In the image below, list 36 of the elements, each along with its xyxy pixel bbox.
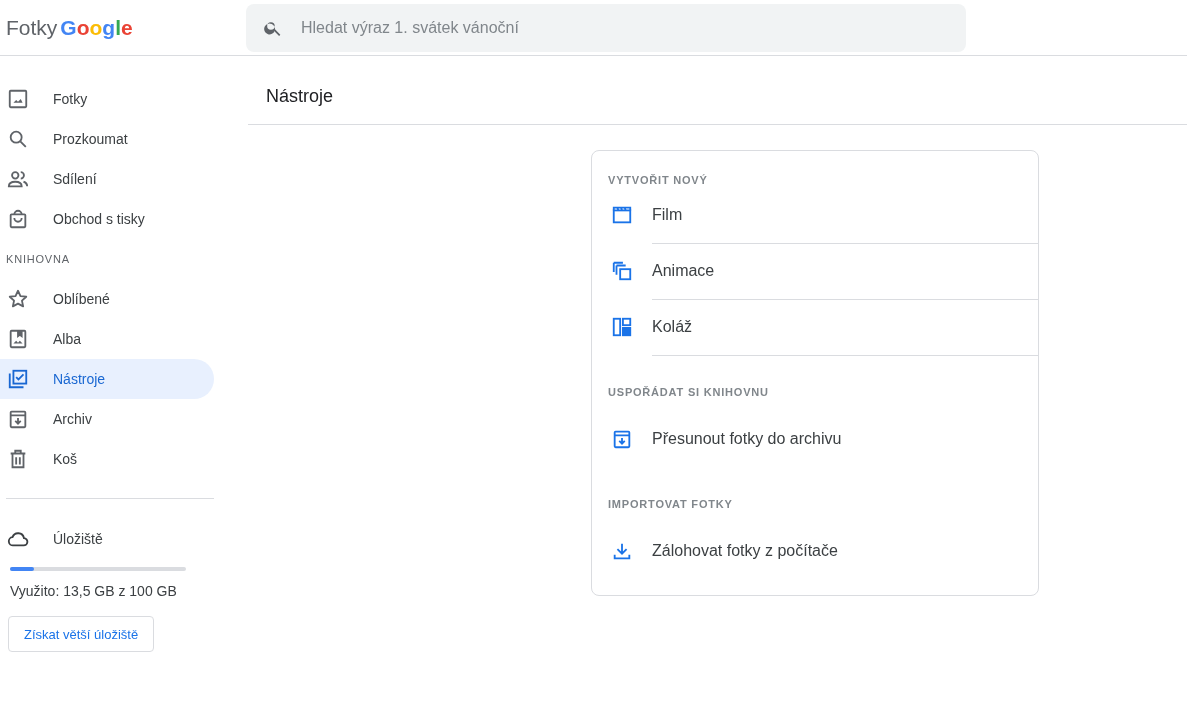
image-icon [7,88,29,110]
shopping-bag-icon [7,208,29,230]
people-icon [7,168,29,190]
sidebar-item[interactable]: Oblíbené [0,279,214,319]
tool-item[interactable]: Animace [592,243,1038,299]
sidebar-item[interactable]: Koš [0,439,214,479]
section-heading: KNIHOVNA [5,252,71,267]
page-title: Nástroje [248,56,1187,125]
copies-icon [611,260,633,282]
archive-box-icon [7,408,29,430]
sidebar-item[interactable]: Alba [0,319,214,359]
section-heading: USPOŘÁDAT SI KNIHOVNU [607,385,770,399]
sidebar-item[interactable]: Archiv [0,399,214,439]
search-icon [7,128,29,150]
section-heading: VYTVOŘIT NOVÝ [607,173,709,187]
search-field[interactable]: Hledat výraz 1. svátek vánoční [246,3,966,52]
sidebar-item[interactable]: Obchod s tisky [0,199,214,239]
archive-box-icon [611,428,633,450]
layout-icon [611,316,633,338]
tool-item[interactable]: Přesunout fotky do archivu [592,411,1038,467]
sidebar-item[interactable]: Nástroje [0,359,214,399]
app-logo[interactable]: FotkyGoogle [0,15,246,40]
get-storage-button[interactable]: Získat větší úložiště [8,616,155,652]
storage-label: Úložiště [53,531,103,547]
sidebar-item[interactable]: Fotky [0,79,214,119]
tool-item[interactable]: Koláž [592,299,1038,355]
tool-item[interactable]: Film [592,187,1038,243]
checkbox-stack-icon [7,368,29,390]
sidebar-item[interactable]: Prozkoumat [0,119,214,159]
sidebar-item[interactable]: Sdílení [0,159,214,199]
album-icon [7,328,29,350]
star-icon [7,288,29,310]
clapperboard-icon [611,204,633,226]
storage-usage-text: Využito: 13,5 GB z 100 GB [9,583,178,599]
tool-item[interactable]: Zálohovat fotky z počítače [592,523,1038,579]
section-heading: IMPORTOVAT FOTKY [607,497,734,511]
